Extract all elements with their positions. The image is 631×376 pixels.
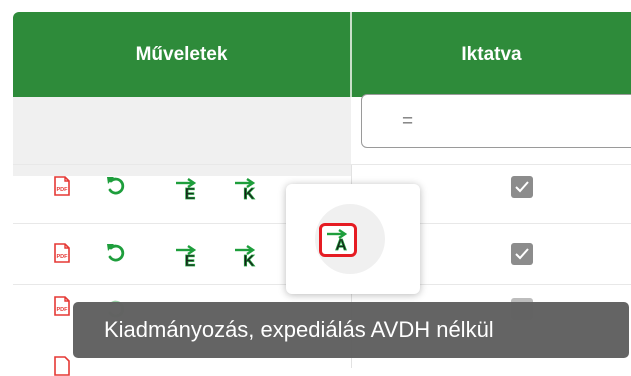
e-icon[interactable]: E bbox=[175, 177, 201, 201]
iktatva-checkbox[interactable] bbox=[511, 243, 533, 265]
pdf-icon[interactable] bbox=[54, 356, 70, 376]
kiadmanyozas-button[interactable]: A bbox=[319, 223, 357, 257]
svg-text:PDF: PDF bbox=[57, 187, 69, 193]
column-header-iktatva[interactable]: Iktatva bbox=[352, 12, 631, 97]
svg-text:A: A bbox=[335, 237, 347, 252]
action-popup: A bbox=[286, 184, 420, 294]
svg-text:PDF: PDF bbox=[57, 307, 69, 313]
pdf-icon[interactable]: PDF bbox=[54, 176, 70, 196]
check-icon bbox=[515, 248, 529, 260]
svg-text:E: E bbox=[185, 253, 196, 268]
column-header-label: Műveletek bbox=[135, 43, 228, 65]
iktatva-checkbox[interactable] bbox=[511, 176, 533, 198]
k-icon[interactable]: K bbox=[234, 244, 260, 268]
check-icon bbox=[515, 181, 529, 193]
pdf-icon[interactable]: PDF bbox=[54, 296, 70, 316]
svg-text:K: K bbox=[243, 186, 255, 201]
svg-text:PDF: PDF bbox=[57, 254, 69, 260]
k-icon[interactable]: K bbox=[234, 177, 260, 201]
row-divider bbox=[13, 164, 631, 165]
a-icon: A bbox=[327, 229, 348, 252]
column-header-label: Iktatva bbox=[461, 43, 522, 65]
tooltip: Kiadmányozás, expediálás AVDH nélkül bbox=[73, 302, 629, 358]
svg-text:K: K bbox=[243, 253, 255, 268]
filter-operator: = bbox=[402, 111, 414, 132]
column-header-muveletek[interactable]: Műveletek bbox=[13, 12, 350, 97]
undo-icon[interactable] bbox=[105, 175, 127, 197]
undo-icon[interactable] bbox=[105, 242, 127, 264]
pdf-icon[interactable]: PDF bbox=[54, 243, 70, 263]
tooltip-text: Kiadmányozás, expediálás AVDH nélkül bbox=[104, 317, 494, 342]
e-icon[interactable]: E bbox=[175, 244, 201, 268]
iktatva-filter-input[interactable]: = bbox=[361, 94, 631, 148]
svg-text:E: E bbox=[185, 186, 196, 201]
